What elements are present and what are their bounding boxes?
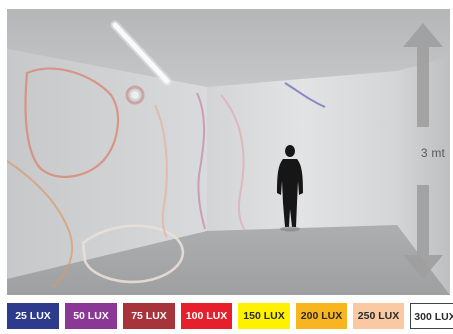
lux-legend: 25 LUX 50 LUX 75 LUX 100 LUX 150 LUX 200 LUX 2… xyxy=(7,303,453,329)
legend-swatch-200-lux: 200 LUX xyxy=(296,303,347,329)
legend-swatch-50-lux: 50 LUX xyxy=(65,303,117,329)
legend-swatch-250-lux: 250 LUX xyxy=(353,303,404,329)
legend-swatch-75-lux: 75 LUX xyxy=(123,303,175,329)
legend-swatch-300-lux: 300 LUX xyxy=(410,303,453,329)
legend-swatch-25-lux: 25 LUX xyxy=(7,303,59,329)
room-rendering: 3 mt xyxy=(7,9,450,295)
ceiling-height-label: 3 mt xyxy=(420,146,446,160)
legend-swatch-150-lux: 150 LUX xyxy=(238,303,290,329)
room-illustration xyxy=(7,9,450,295)
legend-swatch-100-lux: 100 LUX xyxy=(181,303,232,329)
